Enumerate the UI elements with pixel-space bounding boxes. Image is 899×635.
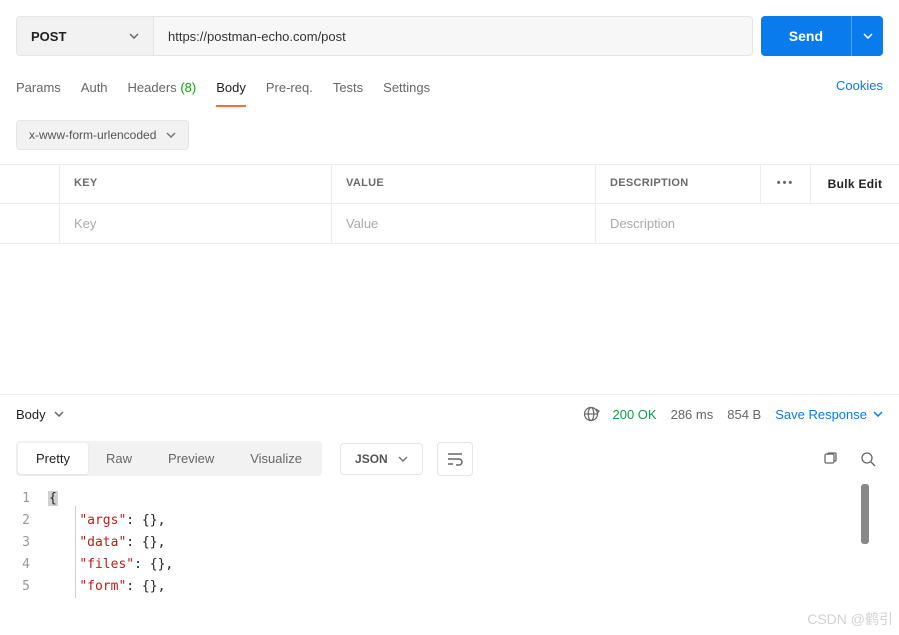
view-tab-pretty[interactable]: Pretty — [18, 443, 88, 474]
send-button[interactable]: Send — [761, 16, 851, 56]
headers-count-badge: (8) — [180, 80, 196, 95]
send-options-button[interactable] — [851, 16, 883, 56]
format-label: JSON — [355, 452, 388, 466]
chevron-down-icon — [873, 411, 883, 417]
table-row[interactable]: Key Value Description — [0, 204, 899, 244]
body-type-select[interactable]: x-www-form-urlencoded — [16, 120, 189, 150]
code-line: 2 "args": {}, — [4, 510, 899, 532]
response-view-tabs: Pretty Raw Preview Visualize — [16, 441, 322, 476]
url-input[interactable]: https://postman-echo.com/post — [154, 16, 753, 56]
code-line: 4 "files": {}, — [4, 554, 899, 576]
save-response-label: Save Response — [775, 407, 867, 422]
tab-prereq[interactable]: Pre-req. — [266, 74, 313, 107]
tab-tests[interactable]: Tests — [333, 74, 363, 107]
table-header: KEY VALUE DESCRIPTION ••• Bulk Edit — [0, 165, 899, 204]
url-text: https://postman-echo.com/post — [168, 29, 346, 44]
response-size: 854 B — [727, 407, 761, 422]
response-body-viewer[interactable]: 1{2 "args": {},3 "data": {},4 "files": {… — [0, 484, 899, 598]
network-icon[interactable] — [583, 405, 601, 423]
wrap-lines-button[interactable] — [437, 442, 473, 476]
view-tab-raw[interactable]: Raw — [88, 443, 150, 474]
line-content: "form": {}, — [48, 576, 899, 598]
code-line: 5 "form": {}, — [4, 576, 899, 598]
chevron-down-icon — [129, 33, 139, 39]
cookies-link[interactable]: Cookies — [836, 78, 883, 103]
tab-auth[interactable]: Auth — [81, 74, 108, 107]
copy-icon — [822, 451, 838, 467]
table-header-desc: DESCRIPTION — [596, 165, 761, 203]
table-options-button[interactable]: ••• — [761, 165, 811, 203]
line-number: 2 — [4, 510, 48, 532]
line-content: "files": {}, — [48, 554, 899, 576]
chevron-down-icon — [863, 33, 873, 39]
view-tab-preview[interactable]: Preview — [150, 443, 232, 474]
tab-settings[interactable]: Settings — [383, 74, 430, 107]
description-input[interactable]: Description — [596, 204, 899, 243]
view-tab-visualize[interactable]: Visualize — [232, 443, 320, 474]
fold-guide — [75, 506, 76, 598]
key-input[interactable]: Key — [60, 204, 332, 243]
search-icon — [860, 451, 876, 467]
line-content: "args": {}, — [48, 510, 899, 532]
form-data-table: KEY VALUE DESCRIPTION ••• Bulk Edit Key … — [0, 164, 899, 244]
table-header-value: VALUE — [332, 165, 596, 203]
chevron-down-icon — [398, 456, 408, 462]
line-number: 3 — [4, 532, 48, 554]
blank-area — [0, 244, 899, 394]
tab-headers-label: Headers — [128, 80, 177, 95]
copy-button[interactable] — [815, 444, 845, 474]
row-spacer — [0, 204, 60, 243]
http-method-label: POST — [31, 29, 66, 44]
search-button[interactable] — [853, 444, 883, 474]
scrollbar[interactable] — [861, 484, 869, 544]
line-content: { — [48, 488, 899, 510]
line-number: 5 — [4, 576, 48, 598]
watermark: CSDN @鹤引 — [807, 609, 893, 629]
chevron-down-icon — [54, 411, 64, 417]
code-line: 3 "data": {}, — [4, 532, 899, 554]
format-select[interactable]: JSON — [340, 443, 423, 475]
save-response-button[interactable]: Save Response — [775, 407, 883, 422]
table-header-key: KEY — [60, 165, 332, 203]
tab-headers[interactable]: Headers (8) — [128, 74, 197, 107]
wrap-icon — [447, 452, 463, 466]
bulk-edit-button[interactable]: Bulk Edit — [811, 165, 899, 203]
response-time: 286 ms — [671, 407, 714, 422]
http-method-select[interactable]: POST — [16, 16, 154, 56]
tab-body[interactable]: Body — [216, 74, 246, 107]
value-input[interactable]: Value — [332, 204, 596, 243]
body-type-label: x-www-form-urlencoded — [29, 128, 156, 142]
request-tabs: Params Auth Headers (8) Body Pre-req. Te… — [16, 74, 836, 107]
line-content: "data": {}, — [48, 532, 899, 554]
table-header-spacer — [0, 165, 60, 203]
response-section-select[interactable]: Body — [16, 407, 64, 422]
tab-params[interactable]: Params — [16, 74, 61, 107]
status-code: 200 OK — [613, 407, 657, 422]
chevron-down-icon — [166, 132, 176, 138]
line-number: 1 — [4, 488, 48, 510]
response-section-label: Body — [16, 407, 46, 422]
code-line: 1{ — [4, 488, 899, 510]
line-number: 4 — [4, 554, 48, 576]
